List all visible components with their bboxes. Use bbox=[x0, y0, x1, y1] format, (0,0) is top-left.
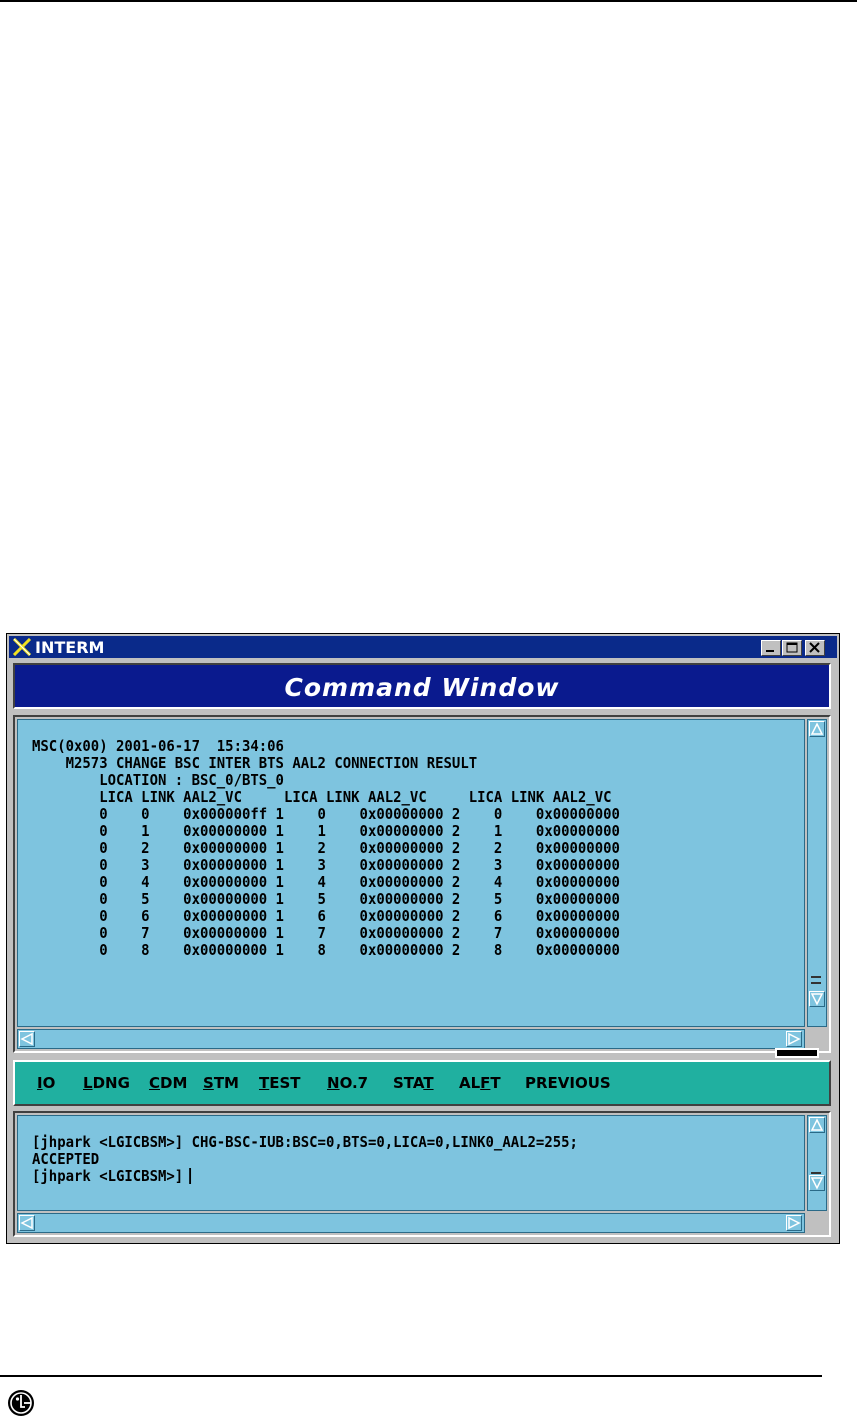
output-line: 0 1 0x00000000 1 1 0x00000000 2 1 0x0000… bbox=[32, 822, 620, 840]
menu-bar: IO LDNG CDM STM TEST NO.7 STAT ALFT PREV… bbox=[13, 1060, 831, 1106]
scroll-down-icon bbox=[810, 1177, 824, 1190]
maximize-button[interactable] bbox=[782, 640, 802, 656]
command-window-title: Command Window bbox=[284, 673, 560, 702]
scroll-left-icon bbox=[20, 1032, 33, 1046]
input-vertical-scrollbar[interactable] bbox=[807, 1115, 827, 1211]
close-icon bbox=[809, 642, 820, 653]
scroll-down-button[interactable] bbox=[809, 991, 825, 1007]
output-line: 0 5 0x00000000 1 5 0x00000000 2 5 0x0000… bbox=[32, 890, 620, 908]
output-line: MSC(0x00) 2001-06-17 15:34:06 bbox=[32, 737, 284, 755]
menu-alft[interactable]: ALFT bbox=[459, 1074, 501, 1092]
menu-previous[interactable]: PREVIOUS bbox=[525, 1074, 611, 1092]
output-line: 0 0 0x000000ff 1 0 0x00000000 2 0 0x0000… bbox=[32, 805, 620, 823]
output-horizontal-scrollbar[interactable] bbox=[17, 1029, 805, 1049]
close-button[interactable] bbox=[805, 640, 825, 656]
output-line: 0 8 0x00000000 1 8 0x00000000 2 8 0x0000… bbox=[32, 941, 620, 959]
scroll-right-icon bbox=[788, 1032, 801, 1046]
scroll-down-button[interactable] bbox=[809, 1175, 825, 1191]
scroll-up-icon bbox=[810, 1118, 824, 1131]
output-line: 0 4 0x00000000 1 4 0x00000000 2 4 0x0000… bbox=[32, 873, 620, 891]
menu-no7[interactable]: NO.7 bbox=[327, 1074, 368, 1092]
scroll-right-icon bbox=[788, 1216, 801, 1230]
pane-splitter-handle[interactable] bbox=[775, 1048, 819, 1058]
lg-logo-icon bbox=[8, 1390, 34, 1416]
output-line: 0 2 0x00000000 1 2 0x00000000 2 2 0x0000… bbox=[32, 839, 620, 857]
scroll-thumb[interactable] bbox=[811, 1172, 821, 1174]
input-line: [jhpark <LGICBSM>] CHG-BSC-IUB:BSC=0,BTS… bbox=[32, 1133, 578, 1151]
page-top-rule bbox=[0, 0, 857, 2]
output-line: 0 3 0x00000000 1 3 0x00000000 2 3 0x0000… bbox=[32, 856, 620, 874]
output-vertical-scrollbar[interactable] bbox=[807, 719, 827, 1027]
menu-stm[interactable]: STM bbox=[203, 1074, 239, 1092]
title-bar[interactable]: INTERM bbox=[9, 636, 837, 658]
text-cursor bbox=[188, 1168, 191, 1184]
scroll-up-icon bbox=[810, 722, 824, 735]
maximize-icon bbox=[786, 642, 798, 653]
input-panel: [jhpark <LGICBSM>] CHG-BSC-IUB:BSC=0,BTS… bbox=[13, 1111, 831, 1237]
minimize-button[interactable] bbox=[761, 640, 781, 656]
output-line: 0 6 0x00000000 1 6 0x00000000 2 6 0x0000… bbox=[32, 907, 620, 925]
output-line: M2573 CHANGE BSC INTER BTS AAL2 CONNECTI… bbox=[32, 754, 478, 772]
input-lines: [jhpark <LGICBSM>] CHG-BSC-IUB:BSC=0,BTS… bbox=[32, 1134, 578, 1185]
output-line: LOCATION : BSC_0/BTS_0 bbox=[32, 771, 284, 789]
scroll-left-button[interactable] bbox=[19, 1031, 35, 1047]
scroll-up-button[interactable] bbox=[809, 721, 825, 737]
page-bottom-rule bbox=[0, 1375, 822, 1377]
output-line: LICA LINK AAL2_VC LICA LINK AAL2_VC LICA… bbox=[32, 788, 612, 806]
menu-test[interactable]: TEST bbox=[259, 1074, 301, 1092]
input-prompt: [jhpark <LGICBSM>] bbox=[32, 1167, 184, 1185]
menu-stat[interactable]: STAT bbox=[393, 1074, 434, 1092]
scroll-thumb[interactable] bbox=[811, 976, 821, 978]
input-line: ACCEPTED bbox=[32, 1150, 100, 1168]
x-logo-icon bbox=[12, 638, 32, 656]
output-line: 0 7 0x00000000 1 7 0x00000000 2 7 0x0000… bbox=[32, 924, 620, 942]
output-lines: MSC(0x00) 2001-06-17 15:34:06 M2573 CHAN… bbox=[32, 738, 620, 959]
window-title: INTERM bbox=[35, 638, 105, 657]
scroll-right-button[interactable] bbox=[786, 1031, 802, 1047]
command-window-header: Command Window bbox=[13, 663, 831, 709]
scroll-down-icon bbox=[810, 993, 824, 1006]
output-panel: MSC(0x00) 2001-06-17 15:34:06 M2573 CHAN… bbox=[13, 715, 831, 1053]
menu-ldng[interactable]: LDNG bbox=[83, 1074, 130, 1092]
menu-cdm[interactable]: CDM bbox=[149, 1074, 187, 1092]
output-text-area[interactable]: MSC(0x00) 2001-06-17 15:34:06 M2573 CHAN… bbox=[17, 719, 805, 1027]
input-horizontal-scrollbar[interactable] bbox=[17, 1213, 805, 1233]
scroll-left-icon bbox=[20, 1216, 33, 1230]
scroll-up-button[interactable] bbox=[809, 1117, 825, 1133]
command-input-area[interactable]: [jhpark <LGICBSM>] CHG-BSC-IUB:BSC=0,BTS… bbox=[17, 1115, 805, 1211]
scroll-left-button[interactable] bbox=[19, 1215, 35, 1231]
scroll-thumb-grip bbox=[811, 982, 821, 984]
scroll-right-button[interactable] bbox=[786, 1215, 802, 1231]
minimize-icon bbox=[766, 650, 774, 652]
interm-window: INTERM Command Window MSC(0x00) 2001-06-… bbox=[6, 633, 840, 1244]
menu-io[interactable]: IO bbox=[37, 1074, 55, 1092]
